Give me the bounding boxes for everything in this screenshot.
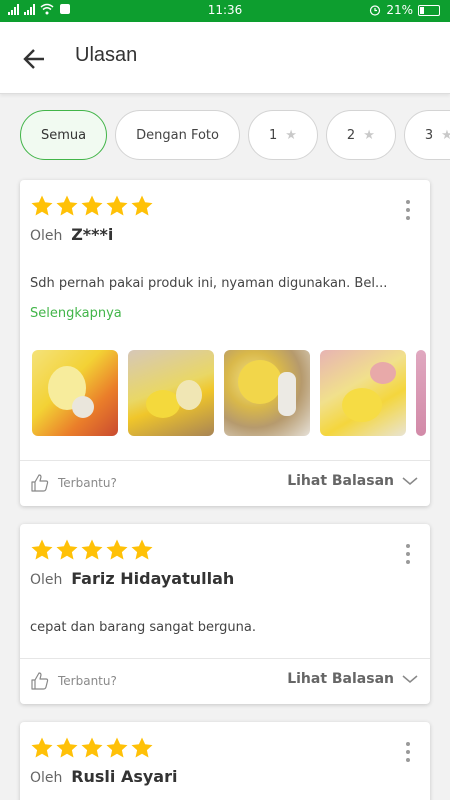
- review-photo[interactable]: [32, 350, 118, 436]
- filter-chip-rating-2[interactable]: 2 ★: [325, 110, 396, 160]
- star-icon: [31, 195, 53, 216]
- star-icon: [31, 539, 53, 560]
- by-label: Oleh: [30, 572, 63, 588]
- author-name: Fariz Hidayatullah: [71, 569, 235, 588]
- star-icon: [106, 737, 128, 758]
- star-icon: [81, 539, 103, 560]
- helpful-button[interactable]: Terbantu?: [30, 473, 117, 493]
- dot-icon: [406, 544, 410, 548]
- arrow-left-icon: [23, 49, 44, 69]
- more-options-button[interactable]: [400, 200, 416, 224]
- helpful-label: Terbantu?: [58, 674, 117, 688]
- by-label: Oleh: [30, 770, 63, 786]
- see-replies-label: Lihat Balasan: [287, 473, 394, 489]
- thumbs-up-icon: [31, 672, 49, 690]
- dot-icon: [406, 552, 410, 556]
- helpful-label: Terbantu?: [58, 476, 117, 490]
- dot-icon: [406, 758, 410, 762]
- star-icon: [31, 737, 53, 758]
- rating-stars: [30, 194, 154, 218]
- rating-stars: [30, 538, 154, 562]
- author-name: Z***i: [71, 225, 114, 244]
- dot-icon: [406, 560, 410, 564]
- helpful-button[interactable]: Terbantu?: [30, 671, 117, 691]
- author-name: Rusli Asyari: [71, 767, 178, 786]
- alarm-icon: [370, 5, 381, 16]
- dot-icon: [406, 216, 410, 220]
- review-author: Oleh Z***i: [30, 225, 113, 244]
- review-photos: [32, 350, 430, 438]
- star-icon: [131, 539, 153, 560]
- star-icon: ★: [363, 127, 375, 143]
- chevron-down-icon: [402, 675, 418, 683]
- star-icon: [81, 195, 103, 216]
- more-options-button[interactable]: [400, 742, 416, 766]
- review-card: Oleh Rusli Asyari: [20, 722, 430, 800]
- filter-chip-label: 2: [346, 127, 356, 143]
- page-title: Ulasan: [75, 44, 138, 66]
- star-icon: ★: [441, 127, 450, 143]
- star-icon: [56, 737, 78, 758]
- star-icon: [131, 737, 153, 758]
- review-text: Sdh pernah pakai produk ini, nyaman digu…: [30, 276, 388, 291]
- dot-icon: [406, 200, 410, 204]
- rating-stars: [30, 736, 154, 760]
- filter-chip-label: Semua: [41, 127, 87, 143]
- filter-chip-label: Dengan Foto: [136, 127, 219, 143]
- filter-chip-label: 1: [268, 127, 278, 143]
- see-replies-label: Lihat Balasan: [287, 671, 394, 687]
- review-author: Oleh Fariz Hidayatullah: [30, 569, 234, 588]
- status-icons-right: 21%: [369, 3, 440, 17]
- review-photo[interactable]: [320, 350, 406, 436]
- review-footer: Terbantu? Lihat Balasan: [20, 460, 430, 506]
- read-more-link[interactable]: Selengkapnya: [30, 306, 122, 321]
- battery-icon: [418, 4, 440, 16]
- thumbs-up-icon: [31, 474, 49, 492]
- star-icon: ★: [285, 127, 297, 143]
- see-replies-button[interactable]: Lihat Balasan: [287, 671, 418, 687]
- filter-chip-with-photo[interactable]: Dengan Foto: [115, 110, 240, 160]
- more-options-button[interactable]: [400, 544, 416, 568]
- review-card: Oleh Fariz Hidayatullah cepat dan barang…: [20, 524, 430, 704]
- status-bar: 11:36 21%: [0, 0, 450, 22]
- filter-chips: Semua Dengan Foto 1 ★ 2 ★ 3 ★: [20, 110, 450, 162]
- review-text: cepat dan barang sangat berguna.: [30, 620, 256, 635]
- review-card: Oleh Z***i Sdh pernah pakai produk ini, …: [20, 180, 430, 506]
- star-icon: [56, 539, 78, 560]
- star-icon: [81, 737, 103, 758]
- star-icon: [131, 195, 153, 216]
- dot-icon: [406, 750, 410, 754]
- filter-chip-all[interactable]: Semua: [20, 110, 108, 160]
- filter-chip-rating-3[interactable]: 3 ★: [403, 110, 450, 160]
- star-icon: [106, 539, 128, 560]
- review-photo[interactable]: [128, 350, 214, 436]
- dot-icon: [406, 208, 410, 212]
- filter-chip-rating-1[interactable]: 1 ★: [247, 110, 318, 160]
- back-button[interactable]: [18, 42, 52, 76]
- review-photo[interactable]: [224, 350, 310, 436]
- filter-chip-label: 3: [424, 127, 434, 143]
- by-label: Oleh: [30, 228, 63, 244]
- see-replies-button[interactable]: Lihat Balasan: [287, 473, 418, 489]
- app-bar: Ulasan: [0, 22, 450, 94]
- review-author: Oleh Rusli Asyari: [30, 767, 177, 786]
- star-icon: [56, 195, 78, 216]
- chevron-down-icon: [402, 477, 418, 485]
- battery-percent: 21%: [386, 3, 413, 17]
- review-photo[interactable]: [416, 350, 426, 436]
- star-icon: [106, 195, 128, 216]
- review-footer: Terbantu? Lihat Balasan: [20, 658, 430, 704]
- dot-icon: [406, 742, 410, 746]
